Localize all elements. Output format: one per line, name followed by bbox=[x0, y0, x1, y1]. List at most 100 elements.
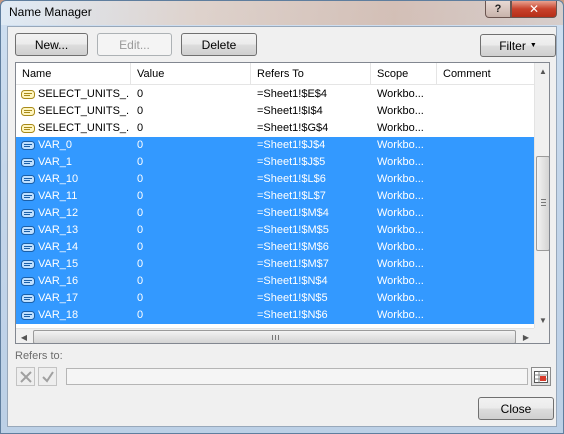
close-button[interactable]: Close bbox=[478, 397, 554, 420]
window-close-button[interactable]: ✕ bbox=[511, 1, 557, 18]
table-row[interactable]: VAR_0 0 =Sheet1!$J$4 Workbo... bbox=[16, 137, 534, 154]
row-comment bbox=[443, 205, 531, 222]
name-manager-dialog: Name Manager ? ✕ New... Edit... Delete F… bbox=[0, 0, 564, 434]
vertical-scroll-thumb[interactable] bbox=[536, 156, 549, 251]
named-range-icon bbox=[21, 243, 35, 252]
table-row[interactable]: VAR_10 0 =Sheet1!$L$6 Workbo... bbox=[16, 171, 534, 188]
close-button-label: Close bbox=[500, 401, 532, 416]
named-range-icon bbox=[21, 124, 35, 133]
named-range-icon bbox=[21, 158, 35, 167]
row-refers-to: =Sheet1!$M$6 bbox=[257, 241, 329, 253]
new-button-label: New... bbox=[34, 37, 69, 52]
row-refers-to: =Sheet1!$I$4 bbox=[257, 105, 323, 117]
cancel-edit-button[interactable] bbox=[16, 367, 35, 386]
named-range-icon bbox=[21, 192, 35, 201]
row-scope: Workbo... bbox=[377, 258, 424, 270]
row-scope: Workbo... bbox=[377, 190, 424, 202]
row-comment bbox=[443, 256, 531, 273]
row-name: VAR_14 bbox=[38, 241, 79, 253]
table-row[interactable]: VAR_15 0 =Sheet1!$M$7 Workbo... bbox=[16, 256, 534, 273]
row-comment bbox=[443, 103, 531, 120]
table-row[interactable]: VAR_11 0 =Sheet1!$L$7 Workbo... bbox=[16, 188, 534, 205]
row-refers-to: =Sheet1!$M$5 bbox=[257, 224, 329, 236]
row-comment bbox=[443, 120, 531, 137]
column-header-comment[interactable]: Comment bbox=[437, 63, 534, 85]
row-value: 0 bbox=[137, 292, 144, 304]
named-range-icon bbox=[21, 311, 35, 320]
row-value: 0 bbox=[137, 88, 144, 100]
filter-button[interactable]: Filter ▼ bbox=[480, 34, 556, 57]
named-range-icon bbox=[21, 209, 35, 218]
row-value: 0 bbox=[137, 258, 144, 270]
row-scope: Workbo... bbox=[377, 105, 424, 117]
title-bar[interactable]: Name Manager ? ✕ bbox=[1, 1, 563, 25]
row-name: VAR_0 bbox=[38, 139, 73, 151]
checkmark-icon bbox=[41, 370, 54, 383]
table-row[interactable]: VAR_18 0 =Sheet1!$N$6 Workbo... bbox=[16, 307, 534, 324]
scroll-up-arrow-icon[interactable]: ▲ bbox=[535, 63, 549, 79]
column-header-value[interactable]: Value bbox=[131, 63, 251, 85]
row-name: VAR_10 bbox=[38, 173, 79, 185]
delete-button[interactable]: Delete bbox=[181, 33, 257, 56]
grip-line bbox=[541, 202, 546, 203]
row-comment bbox=[443, 137, 531, 154]
help-button[interactable]: ? bbox=[485, 1, 511, 18]
column-header-label: Refers To bbox=[257, 68, 304, 80]
table-row[interactable]: VAR_12 0 =Sheet1!$M$4 Workbo... bbox=[16, 205, 534, 222]
horizontal-scrollbar[interactable]: ◀ ▶ bbox=[16, 328, 534, 343]
edit-button[interactable]: Edit... bbox=[97, 33, 172, 56]
row-value: 0 bbox=[137, 156, 144, 168]
new-button[interactable]: New... bbox=[15, 33, 88, 56]
grip-line bbox=[541, 205, 546, 206]
table-row[interactable]: SELECT_UNITS_... 0 =Sheet1!$E$4 Workbo... bbox=[16, 86, 534, 103]
column-header-refers-to[interactable]: Refers To bbox=[251, 63, 371, 85]
grip-line bbox=[541, 199, 546, 200]
table-row[interactable]: VAR_1 0 =Sheet1!$J$5 Workbo... bbox=[16, 154, 534, 171]
row-comment bbox=[443, 307, 531, 324]
row-refers-to: =Sheet1!$G$4 bbox=[257, 122, 329, 134]
row-scope: Workbo... bbox=[377, 275, 424, 287]
row-scope: Workbo... bbox=[377, 207, 424, 219]
row-comment bbox=[443, 154, 531, 171]
dialog-title: Name Manager bbox=[9, 5, 92, 19]
table-row[interactable]: VAR_16 0 =Sheet1!$N$4 Workbo... bbox=[16, 273, 534, 290]
row-value: 0 bbox=[137, 190, 144, 202]
grip-line bbox=[278, 335, 279, 340]
table-row[interactable]: VAR_17 0 =Sheet1!$N$5 Workbo... bbox=[16, 290, 534, 307]
commit-edit-button[interactable] bbox=[38, 367, 57, 386]
names-list[interactable]: Name Value Refers To Scope Comment SELEC… bbox=[15, 62, 550, 344]
row-value: 0 bbox=[137, 309, 144, 321]
scroll-right-arrow-icon[interactable]: ▶ bbox=[518, 329, 534, 343]
row-value: 0 bbox=[137, 207, 144, 219]
collapse-dialog-button[interactable] bbox=[531, 367, 551, 386]
scroll-down-arrow-icon[interactable]: ▼ bbox=[535, 312, 549, 328]
table-row[interactable]: VAR_13 0 =Sheet1!$M$5 Workbo... bbox=[16, 222, 534, 239]
row-refers-to: =Sheet1!$J$5 bbox=[257, 156, 326, 168]
scroll-left-arrow-icon[interactable]: ◀ bbox=[16, 329, 32, 343]
range-select-icon bbox=[534, 370, 548, 383]
row-name: VAR_17 bbox=[38, 292, 79, 304]
row-value: 0 bbox=[137, 241, 144, 253]
row-name: SELECT_UNITS_... bbox=[38, 88, 130, 100]
horizontal-scroll-thumb[interactable] bbox=[33, 330, 516, 343]
row-comment bbox=[443, 86, 531, 103]
row-name: VAR_12 bbox=[38, 207, 79, 219]
row-comment bbox=[443, 188, 531, 205]
table-row[interactable]: SELECT_UNITS_... 0 =Sheet1!$I$4 Workbo... bbox=[16, 103, 534, 120]
column-header-name[interactable]: Name bbox=[16, 63, 131, 85]
column-header-label: Scope bbox=[377, 68, 409, 80]
table-row[interactable]: SELECT_UNITS_... 0 =Sheet1!$G$4 Workbo... bbox=[16, 120, 534, 137]
row-refers-to: =Sheet1!$N$6 bbox=[257, 309, 328, 321]
row-refers-to: =Sheet1!$N$5 bbox=[257, 292, 328, 304]
refers-to-input[interactable] bbox=[66, 368, 528, 385]
table-row[interactable]: VAR_14 0 =Sheet1!$M$6 Workbo... bbox=[16, 239, 534, 256]
cancel-x-icon bbox=[19, 370, 32, 383]
column-header-label: Value bbox=[137, 68, 165, 80]
row-comment bbox=[443, 290, 531, 307]
row-scope: Workbo... bbox=[377, 122, 424, 134]
row-scope: Workbo... bbox=[377, 173, 424, 185]
column-header-scope[interactable]: Scope bbox=[371, 63, 437, 85]
row-name: VAR_16 bbox=[38, 275, 79, 287]
vertical-scrollbar[interactable]: ▲ ▼ bbox=[534, 63, 549, 328]
row-name: VAR_13 bbox=[38, 224, 79, 236]
